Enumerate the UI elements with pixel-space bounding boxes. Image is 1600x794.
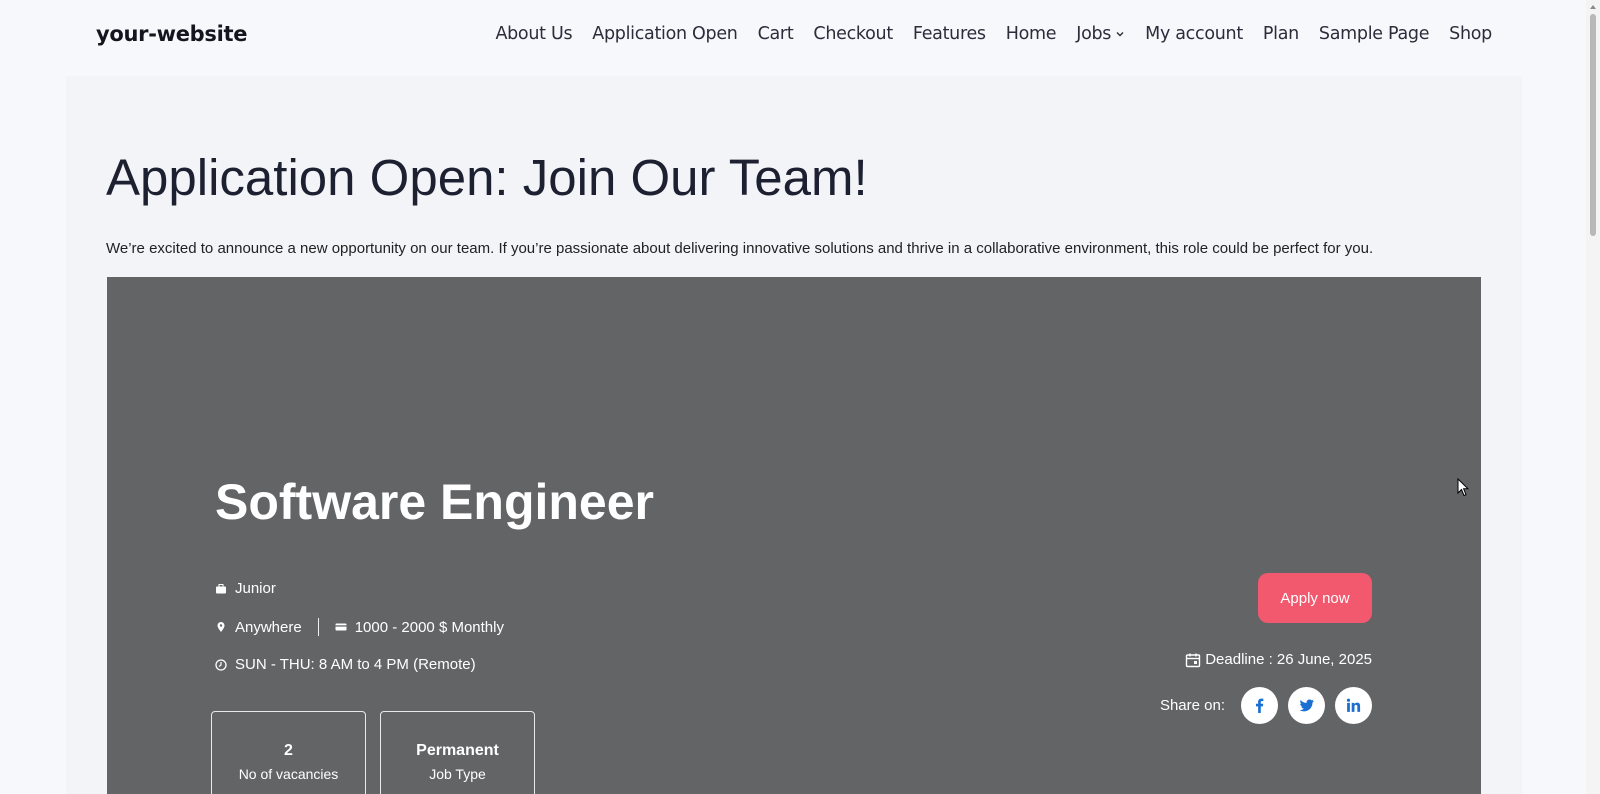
chevron-down-icon xyxy=(1116,32,1124,37)
job-level: Junior xyxy=(235,580,276,597)
job-type-value: Permanent xyxy=(416,742,499,759)
nav-home[interactable]: Home xyxy=(1006,24,1057,44)
job-location-row: Anywhere 1000 - 2000 $ Monthly xyxy=(215,618,504,636)
nav-shop[interactable]: Shop xyxy=(1449,24,1492,44)
share-facebook-button[interactable] xyxy=(1241,687,1278,724)
nav-features[interactable]: Features xyxy=(913,24,986,44)
credit-card-icon xyxy=(335,623,347,631)
job-location: Anywhere xyxy=(235,618,302,636)
job-salary: 1000 - 2000 $ Monthly xyxy=(354,618,504,636)
share-row: Share on: xyxy=(1160,687,1372,724)
scroll-up-arrow-icon[interactable] xyxy=(1589,3,1597,11)
job-hero: Software Engineer Junior Anywhere 1000 -… xyxy=(107,277,1481,794)
apply-now-button[interactable]: Apply now xyxy=(1258,573,1372,623)
job-level-row: Junior xyxy=(215,580,276,597)
calendar-icon xyxy=(1186,653,1201,667)
job-schedule: SUN - THU: 8 AM to 4 PM (Remote) xyxy=(235,656,476,673)
job-type-box: Permanent Job Type xyxy=(380,711,535,794)
briefcase-icon xyxy=(216,583,226,593)
vacancies-label: No of vacancies xyxy=(238,766,339,782)
job-schedule-row: SUN - THU: 8 AM to 4 PM (Remote) xyxy=(215,656,476,673)
site-header: your-website About Us Application Open C… xyxy=(0,0,1600,76)
site-logo[interactable]: your-website xyxy=(96,22,248,46)
nav-plan[interactable]: Plan xyxy=(1263,24,1299,44)
share-label: Share on: xyxy=(1159,697,1225,714)
nav-jobs[interactable]: Jobs xyxy=(1076,24,1125,44)
page-scrollbar[interactable] xyxy=(1586,0,1600,794)
share-twitter-button[interactable] xyxy=(1288,687,1325,724)
linkedin-icon xyxy=(1346,698,1361,712)
deadline: Deadline : 26 June, 2025 xyxy=(1185,651,1372,668)
job-type-label: Job Type xyxy=(429,766,486,782)
deadline-text: Deadline : 26 June, 2025 xyxy=(1205,651,1372,668)
vacancies-value: 2 xyxy=(284,742,293,759)
mouse-cursor-icon xyxy=(1457,478,1469,497)
nav-cart[interactable]: Cart xyxy=(758,24,794,44)
nav-sample-page[interactable]: Sample Page xyxy=(1319,24,1430,44)
meta-divider xyxy=(317,618,319,636)
main-nav: About Us Application Open Cart Checkout … xyxy=(495,24,1492,44)
job-title: Software Engineer xyxy=(215,474,654,530)
nav-application-open[interactable]: Application Open xyxy=(592,24,738,44)
map-pin-icon xyxy=(217,622,225,632)
facebook-icon xyxy=(1255,698,1264,713)
nav-checkout[interactable]: Checkout xyxy=(813,24,893,44)
share-linkedin-button[interactable] xyxy=(1335,687,1372,724)
clock-icon xyxy=(215,658,227,671)
page-title: Application Open: Join Our Team! xyxy=(106,149,868,206)
twitter-icon xyxy=(1299,699,1314,712)
page-intro: We’re excited to announce a new opportun… xyxy=(106,240,1374,257)
nav-my-account[interactable]: My account xyxy=(1145,24,1243,44)
vacancies-box: 2 No of vacancies xyxy=(211,711,366,794)
nav-about-us[interactable]: About Us xyxy=(495,24,572,44)
scrollbar-thumb[interactable] xyxy=(1590,14,1596,236)
